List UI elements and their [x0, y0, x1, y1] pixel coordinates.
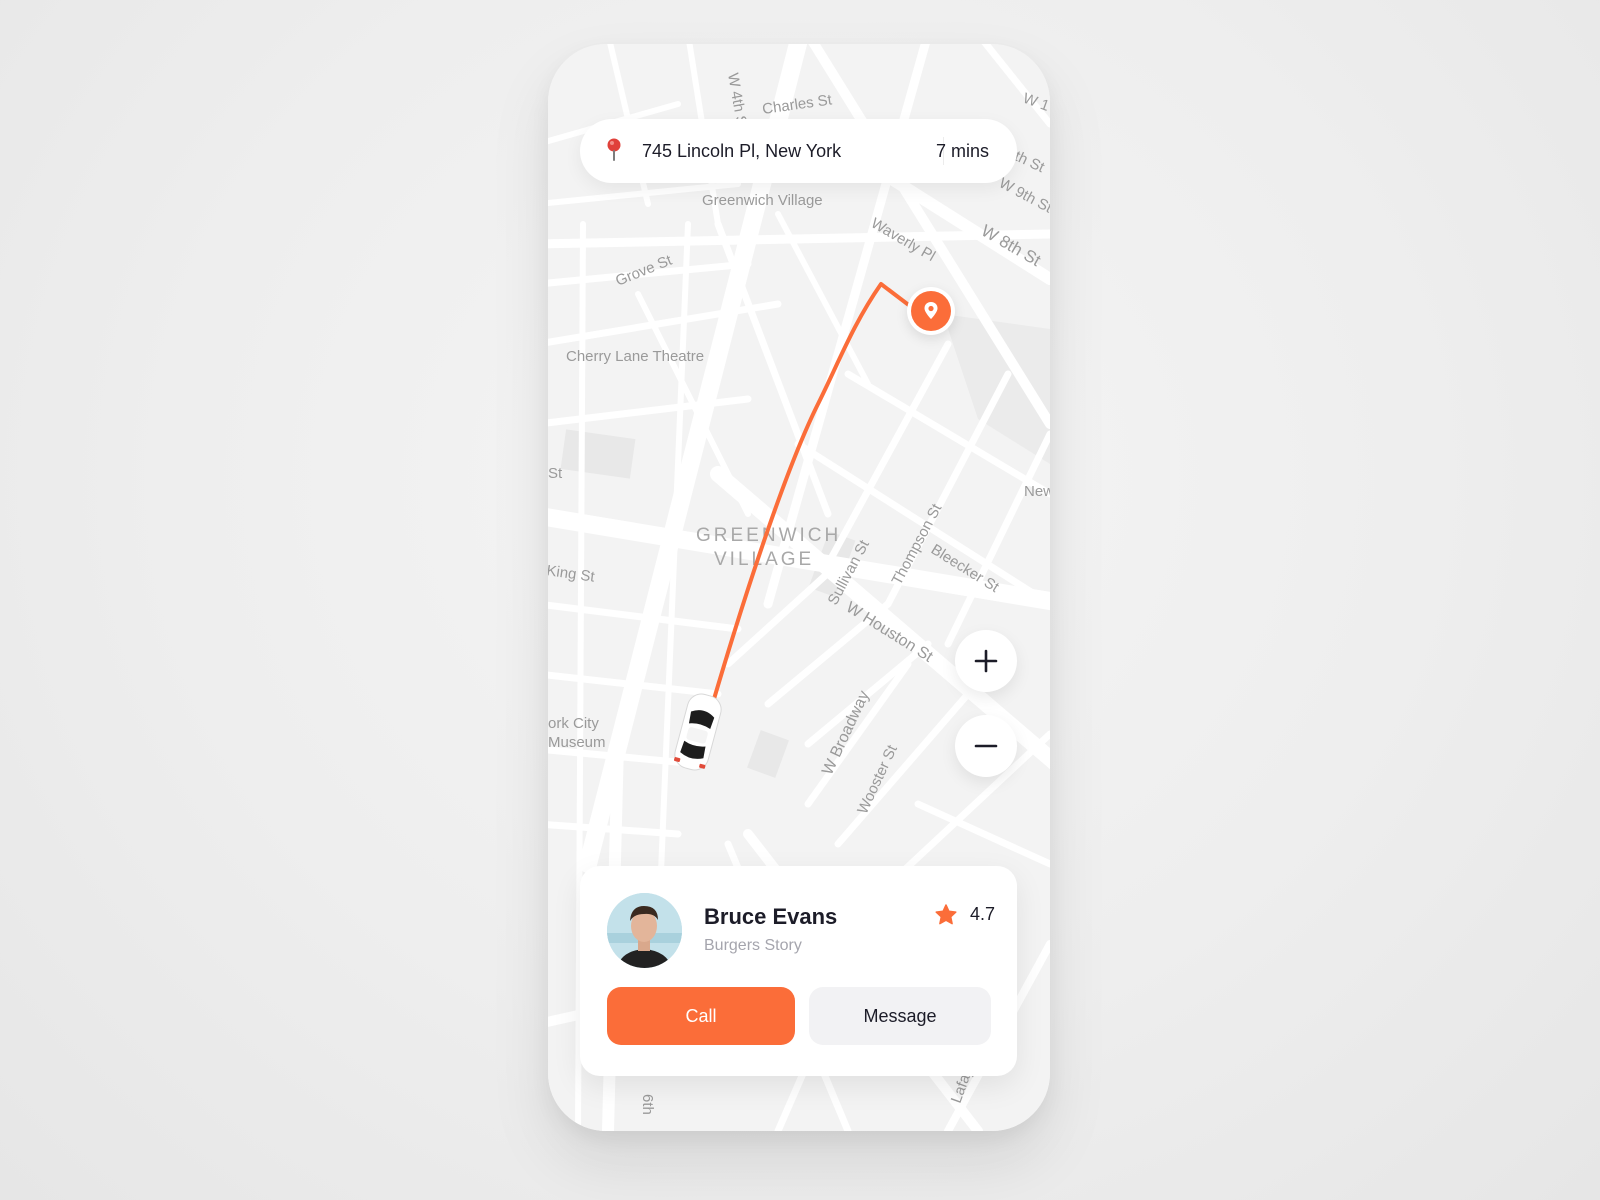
avatar[interactable] — [607, 893, 682, 968]
driver-name: Bruce Evans — [704, 904, 838, 929]
driver-card: Bruce Evans Burgers Story 4.7 Call Messa… — [580, 866, 1017, 1076]
zoom-in-button[interactable] — [955, 630, 1017, 692]
street-label: Cherry Lane Theatre — [566, 348, 704, 365]
address-bar[interactable]: 745 Lincoln Pl, New York 7 mins — [580, 119, 1017, 183]
minus-icon — [974, 744, 998, 748]
plus-icon — [974, 649, 998, 673]
street-label: St — [548, 465, 563, 482]
rating-value: 4.7 — [970, 904, 996, 924]
street-label: ork City — [548, 715, 599, 732]
street-label: Museum — [548, 734, 606, 751]
destination-pin-icon[interactable] — [907, 287, 955, 335]
street-label: New — [1024, 483, 1050, 500]
star-icon — [935, 904, 957, 925]
street-label: Greenwich Village — [702, 192, 823, 209]
call-button[interactable]: Call — [607, 987, 795, 1045]
street-label: 6th — [639, 1094, 656, 1115]
zoom-out-button[interactable] — [955, 715, 1017, 777]
destination-address: 745 Lincoln Pl, New York — [642, 141, 842, 161]
location-pin-icon — [607, 138, 621, 161]
message-button[interactable]: Message — [809, 987, 991, 1045]
eta-text: 7 mins — [935, 141, 989, 161]
area-label: VILLAGE — [714, 549, 814, 570]
driver-subtitle: Burgers Story — [704, 937, 802, 954]
phone-frame: W 4th St Charles St W 1 9th St W 9th St … — [548, 44, 1050, 1131]
